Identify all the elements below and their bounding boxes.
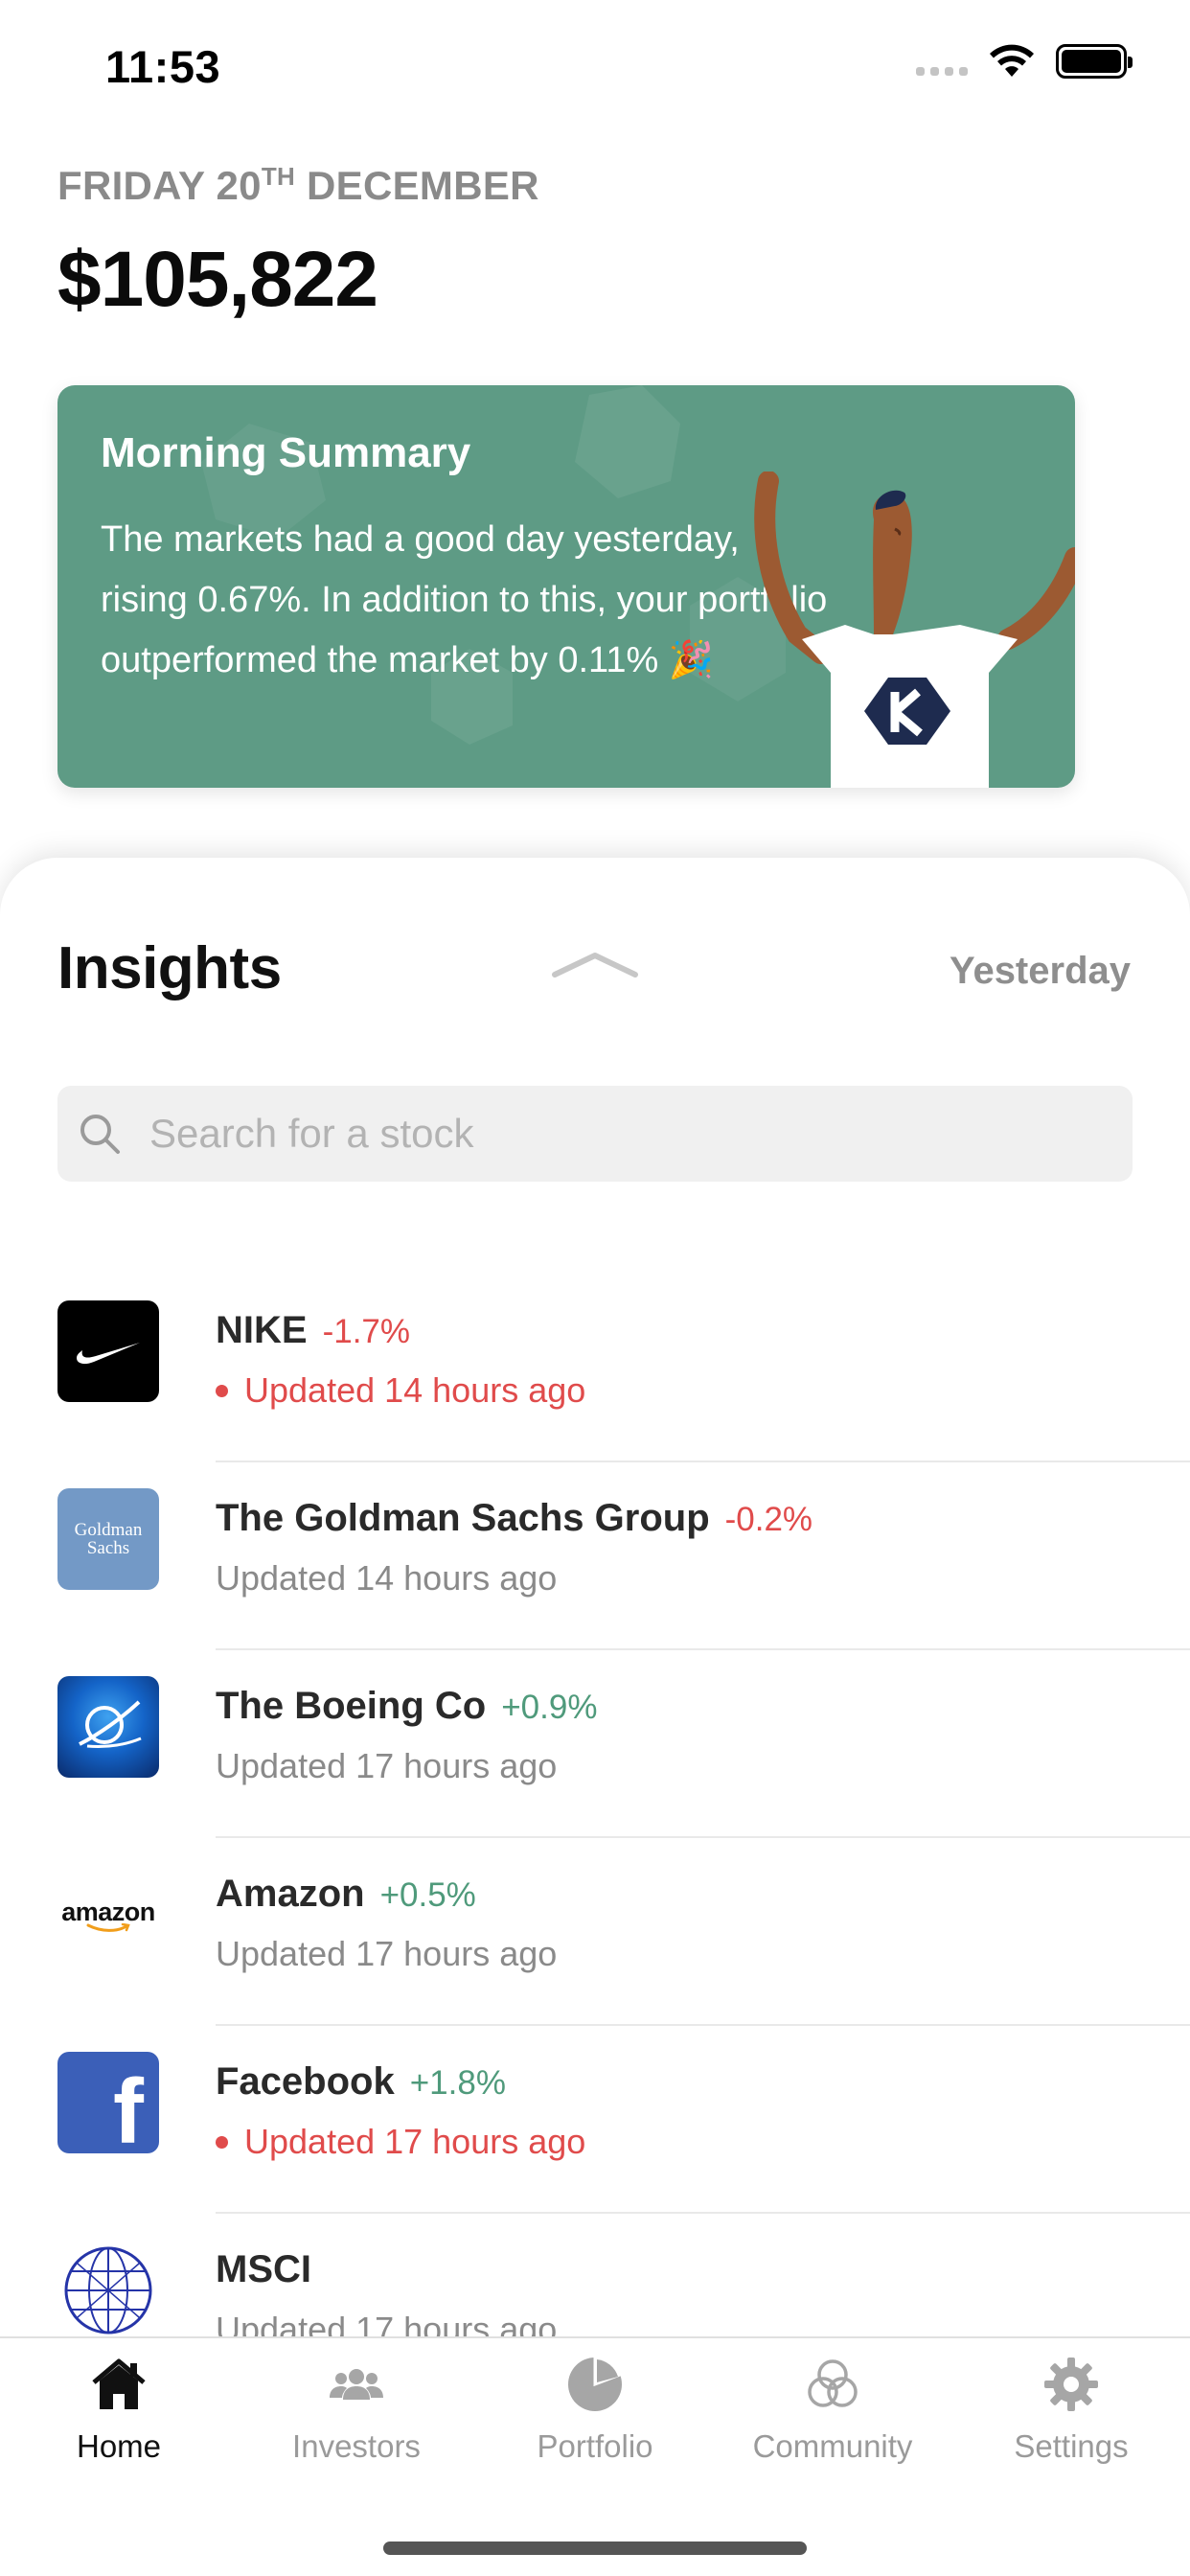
stock-name: NIKE xyxy=(216,1309,308,1351)
battery-icon xyxy=(1056,44,1133,79)
stock-list: NIKE -1.7% Updated 14 hours ago Goldman … xyxy=(0,1275,1190,2338)
stock-item-boeing[interactable]: The Boeing Co +0.9% Updated 17 hours ago xyxy=(0,1650,1190,1838)
stock-change: +0.9% xyxy=(501,1689,598,1726)
tab-label: Community xyxy=(752,2428,913,2464)
home-indicator[interactable] xyxy=(383,2542,807,2555)
nike-logo xyxy=(57,1300,159,1402)
tab-label: Settings xyxy=(1014,2428,1129,2464)
signal-dots-icon xyxy=(916,47,968,76)
status-icons xyxy=(916,44,1133,79)
wifi-icon xyxy=(990,44,1034,77)
summary-title: Morning Summary xyxy=(101,429,471,476)
stock-item-nike[interactable]: NIKE -1.7% Updated 14 hours ago xyxy=(0,1275,1190,1462)
stock-change: +0.5% xyxy=(379,1876,476,1914)
stock-change: -1.7% xyxy=(322,1313,411,1350)
stock-name: Amazon xyxy=(216,1873,365,1915)
stock-updated: Updated 14 hours ago xyxy=(216,1558,558,1598)
celebrating-person-illustration xyxy=(754,472,1075,788)
status-bar: 11:53 xyxy=(0,0,1190,128)
portfolio-pie-icon xyxy=(568,2356,622,2411)
period-selector-yesterday[interactable]: Yesterday xyxy=(950,950,1131,993)
tab-portfolio[interactable]: Portfolio xyxy=(476,2338,714,2492)
tab-label: Portfolio xyxy=(537,2428,653,2464)
stock-name: The Goldman Sachs Group xyxy=(216,1497,710,1539)
stock-updated: Updated 14 hours ago xyxy=(216,1370,585,1411)
stock-change: +1.8% xyxy=(409,2064,506,2102)
investors-icon xyxy=(330,2369,383,2400)
community-circles-icon xyxy=(808,2359,858,2407)
search-icon xyxy=(80,1115,120,1154)
tab-investors[interactable]: Investors xyxy=(238,2338,475,2492)
tab-community[interactable]: Community xyxy=(714,2338,951,2492)
tab-label: Home xyxy=(76,2428,162,2464)
stock-updated: Updated 17 hours ago xyxy=(216,2310,558,2338)
insights-sheet: Insights Yesterday NIKE -1.7% Updated 14… xyxy=(0,858,1190,2338)
msci-logo xyxy=(57,2240,159,2338)
settings-gear-icon xyxy=(1044,2358,1098,2411)
boeing-logo xyxy=(57,1676,159,1778)
status-time: 11:53 xyxy=(105,41,221,92)
stock-item-amazon[interactable]: amazon Amazon +0.5% Updated 17 hours ago xyxy=(0,1838,1190,2026)
stock-updated: Updated 17 hours ago xyxy=(216,1746,558,1785)
insights-title: Insights xyxy=(57,935,282,1001)
alert-dot-icon xyxy=(216,1384,228,1397)
stock-updated: Updated 17 hours ago xyxy=(216,2122,585,2162)
portfolio-balance: $105,822 xyxy=(57,236,378,323)
chevron-up-icon[interactable] xyxy=(551,950,639,978)
alert-dot-icon xyxy=(216,2135,228,2149)
morning-summary-card[interactable]: Morning Summary The markets had a good d… xyxy=(57,385,1075,788)
stock-updated: Updated 17 hours ago xyxy=(216,1934,558,1973)
tab-label: Investors xyxy=(292,2428,421,2464)
search-input[interactable] xyxy=(149,1086,1108,1182)
tab-bar: Home Investors Portfolio Community Setti… xyxy=(0,2336,1190,2576)
stock-change: -0.2% xyxy=(724,1501,813,1538)
stock-item-msci[interactable]: MSCI Updated 17 hours ago xyxy=(0,2214,1190,2338)
stock-name: MSCI xyxy=(216,2248,311,2290)
tab-home[interactable]: Home xyxy=(0,2338,238,2492)
stock-name: Facebook xyxy=(216,2060,395,2103)
home-icon xyxy=(92,2358,146,2409)
summary-body: The markets had a good day yesterday, ri… xyxy=(101,519,828,680)
facebook-logo: f xyxy=(57,2052,159,2153)
date-label: FRIDAY 20TH DECEMBER xyxy=(57,162,539,208)
goldman-sachs-logo: Goldman Sachs xyxy=(57,1488,159,1590)
stock-item-goldman-sachs[interactable]: Goldman Sachs The Goldman Sachs Group -0… xyxy=(0,1462,1190,1650)
tab-settings[interactable]: Settings xyxy=(952,2338,1190,2492)
stock-name: The Boeing Co xyxy=(216,1685,487,1727)
amazon-logo: amazon xyxy=(57,1864,159,1966)
stock-item-facebook[interactable]: f Facebook +1.8% Updated 17 hours ago xyxy=(0,2026,1190,2214)
search-box[interactable] xyxy=(57,1086,1133,1182)
